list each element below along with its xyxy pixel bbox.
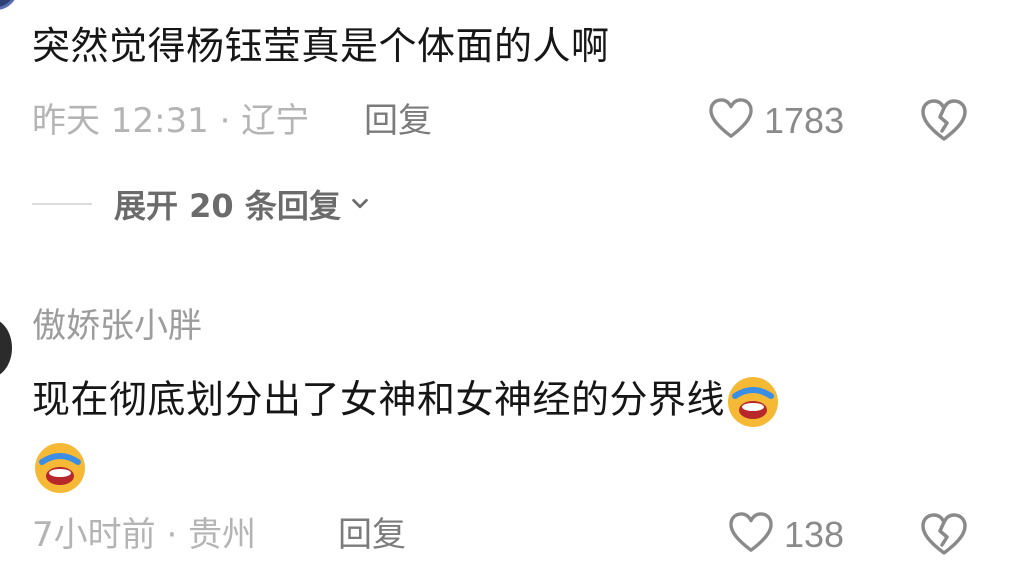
reply-button[interactable]: 回复 — [364, 99, 432, 143]
broken-heart-icon — [920, 513, 968, 561]
broken-heart-icon — [920, 99, 968, 147]
dislike-button[interactable] — [920, 99, 968, 143]
expand-replies-button[interactable]: 展开 20 条回复 — [114, 181, 371, 227]
comment-time-location: 昨天 12:31 · 辽宁 — [32, 101, 310, 141]
expand-replies: 展开 20 条回复 — [32, 181, 371, 227]
expand-replies-label: 展开 20 条回复 — [114, 187, 341, 225]
comment-text-content: 现在彻底划分出了女神和女神经的分界线 — [32, 377, 726, 422]
divider — [32, 203, 92, 205]
comment-text: 现在彻底划分出了女神和女神经的分界线 — [32, 374, 781, 430]
like-button[interactable]: 1783 — [708, 98, 845, 144]
username[interactable]: 傲娇张小胖 — [32, 304, 202, 348]
laughing-crying-emoji-icon — [725, 374, 781, 430]
heart-outline-icon — [728, 512, 774, 558]
avatar[interactable] — [0, 0, 18, 10]
chevron-down-icon — [341, 185, 371, 223]
comment-meta: 7小时前 · 贵州 回复 138 — [32, 512, 992, 558]
dislike-button[interactable] — [920, 513, 968, 557]
like-count: 1783 — [764, 100, 845, 141]
comment-meta: 昨天 12:31 · 辽宁 回复 1783 — [32, 98, 992, 144]
like-count: 138 — [784, 514, 845, 555]
reply-button[interactable]: 回复 — [338, 513, 406, 557]
like-button[interactable]: 138 — [728, 512, 845, 558]
comment-text: 突然觉得杨钰莹真是个体面的人啊 — [32, 24, 610, 68]
comment-time-location: 7小时前 · 贵州 — [32, 515, 257, 555]
heart-outline-icon — [708, 98, 754, 144]
laughing-crying-emoji-icon — [32, 440, 88, 496]
avatar[interactable] — [0, 318, 12, 378]
emoji-line — [32, 440, 88, 496]
